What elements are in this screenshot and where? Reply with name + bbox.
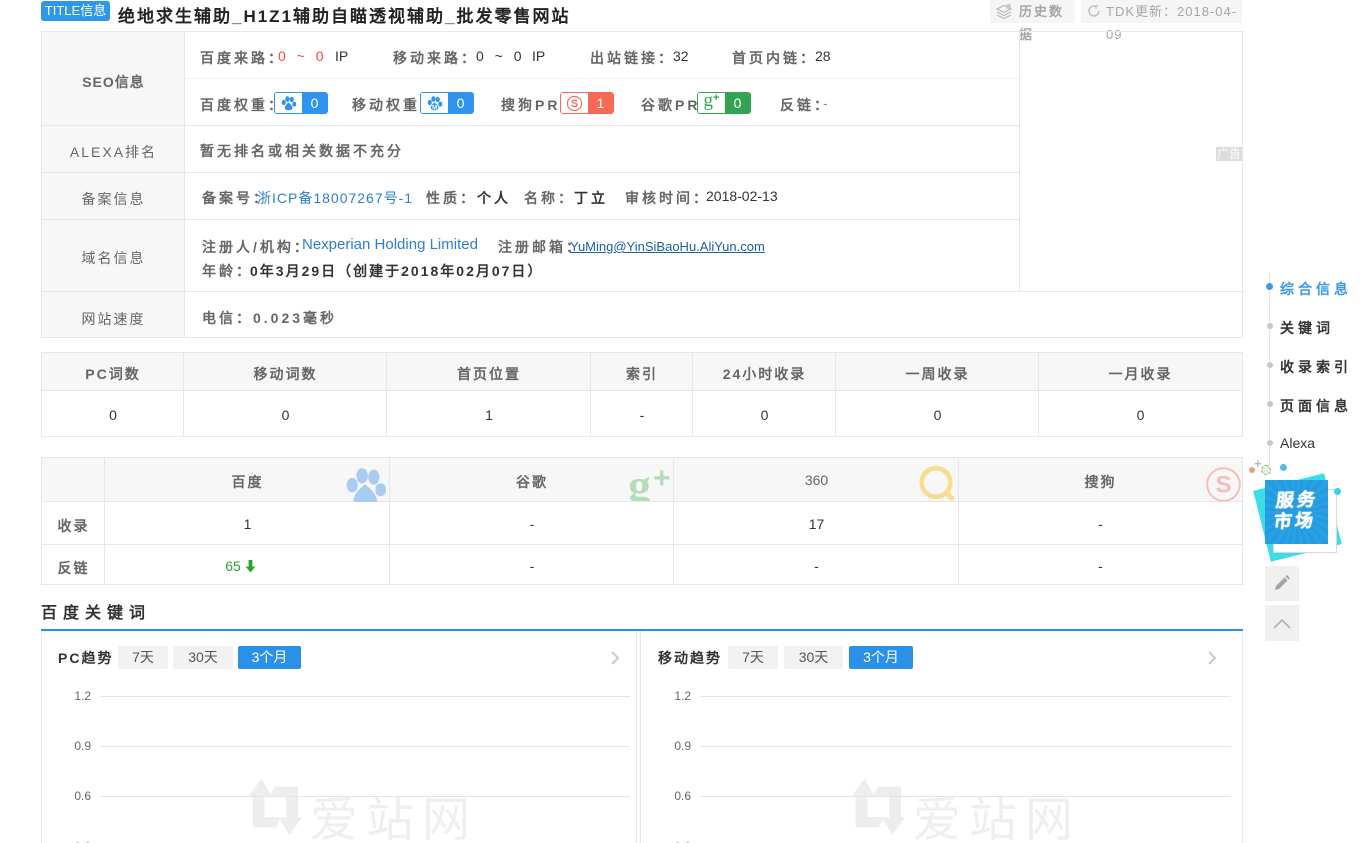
svg-text:S: S [1215,472,1231,499]
svg-text:S: S [571,98,578,110]
svg-text:M: M [432,105,437,111]
